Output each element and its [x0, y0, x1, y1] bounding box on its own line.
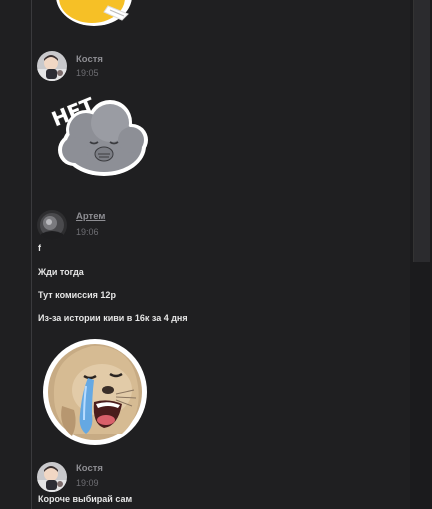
- scrollbar-thumb[interactable]: [413, 0, 430, 262]
- cloud-no-sticker-image: НЕТ: [47, 92, 148, 176]
- partial-sticker-image: [56, 0, 132, 26]
- avatar-kostya-image: [37, 51, 67, 81]
- message-text: Из-за истории киви в 16к за 4 дня: [38, 313, 188, 323]
- scrollbar[interactable]: [410, 0, 432, 509]
- message-text: Короче выбирай сам: [38, 494, 133, 504]
- crying-seal-sticker-image: [43, 339, 147, 445]
- message-author[interactable]: Костя: [76, 54, 103, 65]
- message-time[interactable]: 19:06: [76, 227, 99, 237]
- thread-divider-line: [31, 0, 32, 509]
- avatar-kostya[interactable]: [37, 462, 67, 492]
- message-text: Тут комиссия 12р: [38, 290, 116, 300]
- message-author[interactable]: Костя: [76, 463, 103, 474]
- avatar-artem[interactable]: [37, 210, 67, 240]
- message-text: f: [38, 243, 41, 253]
- message-time[interactable]: 19:05: [76, 68, 99, 78]
- crying-seal-sticker[interactable]: [42, 336, 150, 451]
- top-partial-sticker[interactable]: [52, 0, 138, 39]
- chat-viewport: Костя 19:05 НЕТ Артем 19:06 f Жди тогда …: [0, 0, 432, 509]
- message-text: Жди тогда: [38, 267, 84, 277]
- message-author[interactable]: Артем: [76, 211, 105, 222]
- avatar-artem-image: [37, 210, 67, 240]
- avatar-kostya[interactable]: [37, 51, 67, 81]
- message-time[interactable]: 19:09: [76, 478, 99, 488]
- avatar-kostya-image: [37, 462, 67, 492]
- cloud-no-sticker[interactable]: НЕТ: [44, 88, 150, 189]
